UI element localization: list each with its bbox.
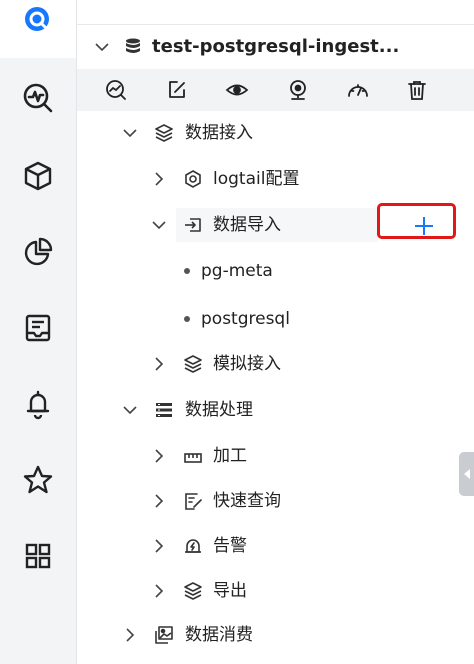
tree-node-simulated-ingest[interactable]: 模拟接入 <box>77 342 474 386</box>
pie-chart-icon[interactable] <box>18 232 58 272</box>
alarm-icon <box>183 536 203 556</box>
tree-label: 数据处理 <box>185 400 253 420</box>
sls-logo-icon[interactable] <box>18 0 58 40</box>
project-name: test-postgresql-ingest... <box>152 36 400 57</box>
search-monitor-icon[interactable] <box>18 78 58 118</box>
bell-icon[interactable] <box>18 384 58 424</box>
plus-icon <box>415 217 433 235</box>
tree-label: postgresql <box>201 309 290 329</box>
tree-node-export[interactable]: 导出 <box>77 569 474 613</box>
chevron-down-icon[interactable] <box>122 402 138 418</box>
bullet-dot <box>184 268 190 274</box>
chevron-down-icon[interactable] <box>94 39 110 55</box>
tree-label: logtail配置 <box>213 169 300 189</box>
trash-icon[interactable] <box>404 77 430 103</box>
tree-label: 快速查询 <box>213 491 281 511</box>
layers-icon <box>154 123 174 143</box>
tree-node-data-consumption[interactable]: 数据消费 <box>77 613 474 657</box>
import-icon <box>183 215 203 235</box>
tree-label: 加工 <box>213 446 247 466</box>
tree-label: 告警 <box>213 536 247 556</box>
webcam-icon[interactable] <box>285 77 311 103</box>
list-icon <box>154 400 174 420</box>
tree-label: 导出 <box>213 581 247 601</box>
bullet-dot <box>184 316 190 322</box>
tree-node-data-processing[interactable]: 数据处理 <box>77 388 474 432</box>
edit-icon[interactable] <box>164 77 190 103</box>
tree-label: 模拟接入 <box>213 354 281 374</box>
star-icon[interactable] <box>18 460 58 500</box>
tree-node-quick-query[interactable]: 快速查询 <box>77 479 474 523</box>
query-analysis-icon[interactable] <box>103 77 129 103</box>
ruler-icon <box>183 446 203 466</box>
grid-icon[interactable] <box>18 536 58 576</box>
chevron-right-icon[interactable] <box>151 448 167 464</box>
tree-node-logtail-config[interactable]: logtail配置 <box>77 157 474 201</box>
chevron-down-icon[interactable] <box>122 125 138 141</box>
layers-icon <box>183 354 203 374</box>
project-toolbar <box>77 69 474 111</box>
inbox-icon[interactable] <box>18 308 58 348</box>
tree-label: 数据消费 <box>185 625 253 645</box>
project-tree-panel: test-postgresql-ingest... 数据接入 logtail配置… <box>77 0 474 664</box>
caret-left-icon <box>463 469 470 479</box>
query-doc-icon <box>183 491 203 511</box>
tree-label: 数据导入 <box>213 215 281 235</box>
database-icon <box>123 37 143 57</box>
hexagon-icon <box>183 169 203 189</box>
tree-label: 数据接入 <box>185 123 253 143</box>
left-rail <box>0 0 77 664</box>
tree-node-jiagong[interactable]: 加工 <box>77 434 474 478</box>
image-stack-icon <box>154 625 174 645</box>
chevron-right-icon[interactable] <box>151 171 167 187</box>
chevron-right-icon[interactable] <box>122 627 138 643</box>
tree-label: pg-meta <box>201 261 273 281</box>
chevron-down-icon[interactable] <box>151 217 167 233</box>
dashboard-gauge-icon[interactable] <box>345 77 371 103</box>
chevron-right-icon[interactable] <box>151 538 167 554</box>
chevron-right-icon[interactable] <box>151 583 167 599</box>
add-import-button[interactable] <box>410 214 438 238</box>
cube-icon[interactable] <box>18 156 58 196</box>
panel-collapse-handle[interactable] <box>459 452 474 496</box>
layers-icon <box>183 581 203 601</box>
tree-node-data-ingest[interactable]: 数据接入 <box>77 111 474 155</box>
tree-node-pg-meta[interactable]: pg-meta <box>77 249 474 293</box>
project-header[interactable]: test-postgresql-ingest... <box>77 25 474 69</box>
tree-node-alert[interactable]: 告警 <box>77 524 474 568</box>
chevron-right-icon[interactable] <box>151 356 167 372</box>
eye-icon[interactable] <box>224 77 250 103</box>
tree-node-postgresql[interactable]: postgresql <box>77 297 474 341</box>
chevron-right-icon[interactable] <box>151 493 167 509</box>
panel-top-strip <box>77 0 474 25</box>
